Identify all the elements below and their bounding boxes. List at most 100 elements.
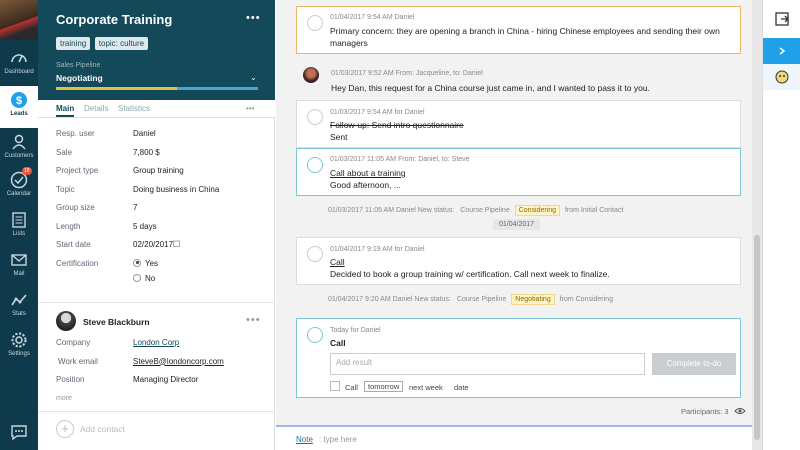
task-title: Call	[330, 257, 345, 267]
email-meta: 01/03/2017 11:05 AM From: Daniel, to: St…	[330, 156, 470, 163]
resp-user-value[interactable]: Daniel	[133, 129, 156, 138]
expand-panel-button[interactable]	[763, 6, 800, 32]
nav-label: Customers	[4, 153, 34, 159]
start-date-value[interactable]: 02/20/2017	[133, 240, 180, 249]
main-nav: Dashboard $ Leads Customers 18 Calendar …	[0, 0, 38, 450]
status-badge: Negotiating	[511, 294, 555, 305]
note-card[interactable]: 01/04/2017 9:54 AM Daniel Primary concer…	[296, 6, 741, 54]
email-card[interactable]: 01/03/2017 11:05 AM From: Daniel, to: St…	[296, 148, 741, 196]
note-input[interactable]: : type here	[319, 435, 357, 444]
sale-value[interactable]: 7,800 $	[133, 148, 160, 157]
send-button[interactable]	[763, 38, 800, 64]
participants-label: Participants: 3	[681, 407, 729, 416]
date-separator: 01/04/2017	[493, 219, 541, 230]
note-composer[interactable]: Note : type here	[276, 425, 752, 450]
divider	[38, 411, 275, 412]
nav-item-calendar[interactable]: 18 Calendar	[0, 166, 38, 208]
contact-name[interactable]: Steve Blackburn	[83, 317, 150, 327]
scrollbar-thumb[interactable]	[754, 235, 760, 440]
calendar-icon[interactable]	[173, 240, 180, 247]
status-suffix: from Initial Contact	[564, 207, 624, 214]
field-label: Topic	[56, 184, 75, 194]
nav-item-stats[interactable]: Stats	[0, 286, 38, 328]
feed-scrollbar[interactable]	[752, 0, 762, 450]
radio-yes[interactable]	[133, 258, 141, 267]
nav-item-lists[interactable]: Lists	[0, 206, 38, 248]
position-value[interactable]: Managing Director	[133, 375, 198, 384]
add-contact-button[interactable]: + Add contact	[56, 420, 125, 440]
right-toolbar	[762, 0, 800, 450]
deal-tabs: Main Details Statistics •••	[38, 100, 275, 118]
check-circle-icon[interactable]	[307, 246, 323, 262]
email-subject[interactable]: Call about a training	[330, 167, 406, 179]
task-card-done[interactable]: 01/04/2017 9:19 AM for Daniel Call Decid…	[296, 237, 741, 285]
tab-statistics[interactable]: Statistics	[118, 104, 150, 113]
complete-todo-button[interactable]: Complete to-do	[652, 353, 736, 375]
status-prefix: 01/03/2017 11:05 AM Daniel New status:	[328, 207, 455, 214]
nav-label: Settings	[8, 351, 30, 357]
panel-exit-icon	[775, 12, 789, 26]
field-label: Group size	[56, 203, 95, 212]
add-result-input[interactable]: Add result	[330, 353, 645, 375]
tag[interactable]: training	[56, 37, 91, 50]
status-badge: Considering	[514, 205, 561, 216]
pipeline-stage-select[interactable]: Negotiating	[56, 73, 103, 83]
deal-menu-icon[interactable]: •••	[246, 12, 261, 24]
certification-no-option[interactable]: No	[133, 273, 155, 283]
status-prefix: 01/04/2017 9:20 AM Daniel New status:	[328, 296, 451, 303]
certification-yes-option[interactable]: Yes	[133, 258, 158, 268]
dashboard-icon	[11, 54, 27, 63]
tag[interactable]: topic: culture	[94, 37, 149, 50]
option-next-week[interactable]: next week	[409, 383, 443, 392]
deal-panel: Corporate Training ••• training topic: c…	[38, 0, 275, 450]
tab-details[interactable]: Details	[84, 104, 108, 113]
group-size-value[interactable]: 7	[133, 203, 137, 212]
email-preview: Good afternoon, ...	[330, 180, 401, 190]
tab-main[interactable]: Main	[56, 104, 75, 117]
length-value[interactable]: 5 days	[133, 222, 157, 231]
divider	[38, 302, 275, 303]
note-text: Primary concern: they are opening a bran…	[330, 26, 720, 48]
note-label[interactable]: Note	[296, 435, 313, 444]
note-icon	[307, 15, 323, 31]
radio-no[interactable]	[133, 273, 141, 282]
lists-icon	[12, 212, 26, 228]
task-card-done[interactable]: 01/03/2017 9:54 AM for Daniel Follow-up:…	[296, 100, 741, 148]
sender-avatar	[303, 67, 319, 83]
more-link[interactable]: more	[56, 395, 72, 402]
nav-item-dashboard[interactable]: Dashboard	[0, 44, 38, 86]
user-avatar[interactable]	[0, 0, 38, 40]
participants-count[interactable]: Participants: 3	[681, 407, 746, 416]
company-link[interactable]: London Corp	[133, 338, 179, 347]
note-meta: 01/04/2017 9:54 AM Daniel	[330, 14, 415, 21]
nav-item-mail[interactable]: Mail	[0, 246, 38, 288]
settings-icon	[11, 332, 27, 348]
contact-menu-icon[interactable]: •••	[246, 314, 261, 326]
option-call[interactable]: Call	[345, 383, 358, 392]
plus-icon: +	[56, 420, 74, 438]
task-meta: 01/04/2017 9:19 AM for Daniel	[330, 246, 425, 253]
nav-label: Lists	[12, 231, 26, 237]
eye-icon[interactable]	[733, 407, 746, 415]
chevron-right-icon	[779, 47, 786, 55]
option-date[interactable]: date	[454, 383, 469, 392]
status-change: 01/03/2017 11:05 AM Daniel New status: C…	[328, 205, 623, 216]
chevron-down-icon[interactable]: ⌄	[250, 73, 257, 82]
nav-item-settings[interactable]: Settings	[0, 326, 38, 368]
nav-item-leads[interactable]: $ Leads	[0, 86, 38, 128]
tabs-menu-icon[interactable]: •••	[246, 104, 254, 113]
field-label: Start date	[56, 240, 91, 249]
chat-icon[interactable]	[9, 422, 29, 442]
nav-label: Dashboard	[4, 69, 34, 75]
project-type-value[interactable]: Group training	[133, 166, 184, 175]
topic-value[interactable]: Doing business in China	[133, 185, 219, 194]
email-link[interactable]: SteveB@londoncorp.com	[133, 357, 224, 366]
deal-tags: training topic: culture	[56, 37, 150, 50]
option-tomorrow[interactable]: tomorrow	[364, 381, 404, 392]
call-checkbox[interactable]	[330, 381, 340, 391]
nav-item-customers[interactable]: Customers	[0, 128, 38, 170]
mailchimp-button[interactable]	[763, 64, 800, 90]
check-circle-icon[interactable]	[307, 109, 323, 125]
todo-title: Call	[330, 338, 346, 348]
status-pipeline: Course Pipeline	[456, 296, 507, 303]
